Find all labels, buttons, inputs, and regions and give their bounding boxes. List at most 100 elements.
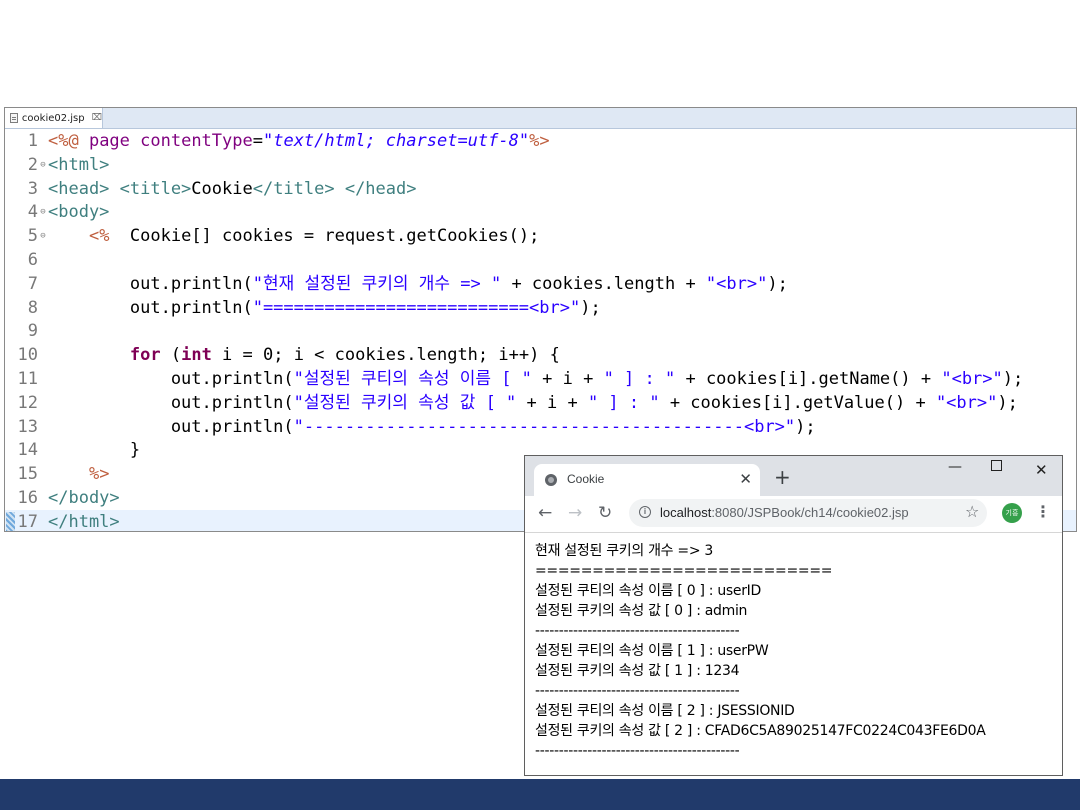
code-token: = [252,131,263,151]
code-token: + cookies[i].getName() + [675,369,942,389]
code-text: out.println("현재 설정된 쿠키의 개수 => " + cookie… [48,272,788,296]
code-text: <% Cookie[] cookies = request.getCookies… [48,224,539,248]
line-number: 16 [17,488,38,508]
code-line[interactable]: 12 out.println("설정된 쿠키의 속성 값 [ " + i + "… [5,391,1076,415]
code-line[interactable]: 6 [5,248,1076,272]
code-token: </html> [48,511,120,532]
back-button[interactable]: ← [538,503,552,523]
code-text: </html> [48,510,120,532]
line-number: 1 [27,131,38,151]
code-token: Cookie [191,178,253,199]
line-number: 8 [27,297,38,318]
close-tab-icon[interactable]: ✕ [739,470,752,488]
code-text: for (int i = 0; i < cookies.length; i++)… [48,343,560,367]
close-window-button[interactable]: ✕ [1035,461,1048,479]
line-number: 5 [27,226,38,247]
code-text: out.println("---------------------------… [48,415,816,439]
editor-tab-bar: cookie02.jsp ⌧ [5,108,1076,129]
code-token: out.println( [48,392,294,413]
code-token: <head> <title> [48,178,192,199]
code-line[interactable]: 5 ⊖ <% Cookie[] cookies = request.getCook… [5,224,1076,248]
output-line: 설정된 쿠키의 속성 값 [ 0 ] : admin [535,603,748,619]
code-line[interactable]: 10 for (int i = 0; i < cookies.length; i… [5,343,1076,367]
line-number: 13 [17,416,38,437]
code-token: ); [767,273,788,294]
fold-toggle-icon[interactable]: ⊖ [38,224,48,248]
output-line: ========================== [535,563,833,579]
output-line: 설정된 쿠티의 속성 이름 [ 2 ] : JSESSIONID [535,703,795,719]
code-line[interactable]: 1 <%@ page contentType="text/html; charse… [5,129,1076,153]
forward-button[interactable]: → [568,503,582,523]
code-text: %> [48,462,109,486]
code-token: page [88,131,141,151]
code-line[interactable]: 7 out.println("현재 설정된 쿠키의 개수 => " + cook… [5,272,1076,296]
page-content: 현재 설정된 쿠키의 개수 => 3 ======================… [525,533,1062,775]
code-token: + cookies.length + [501,273,706,294]
browser-tab-cookie[interactable]: Cookie ✕ [534,464,760,496]
code-token: contentType [140,131,253,151]
bookmark-star-icon[interactable]: ☆ [965,502,979,521]
browser-window: Cookie ✕ + — ✕ ← → ↻ i localhost:8080/JS… [524,455,1063,776]
code-text: out.println("설정된 쿠키의 속성 값 [ " + i + " ] … [48,391,1018,415]
code-token: <body> [48,202,110,223]
code-token: <%@ [48,131,89,151]
code-token: ); [795,416,816,437]
editor-tab-cookie02[interactable]: cookie02.jsp ⌧ [5,108,103,128]
line-number: 11 [17,369,38,389]
fold-toggle-icon[interactable]: ⊖ [38,153,48,177]
code-token: "설정된 쿠키의 속성 값 [ " [293,392,517,413]
code-token: ( [160,345,182,366]
code-token: out.println( [48,273,253,294]
code-token: + i + [516,392,588,413]
code-line[interactable]: 4 ⊖ <body> [5,200,1076,224]
code-token: ); [997,392,1018,413]
code-line[interactable]: 3 <head> <title>Cookie</title> </head> [5,177,1076,201]
output-line: 설정된 쿠키의 속성 값 [ 1 ] : 1234 [535,663,740,679]
code-token: %> [529,131,550,151]
code-token: out.println( [48,369,294,389]
code-token: ); [1002,369,1024,389]
code-token: "<br>" [941,369,1003,389]
code-line[interactable]: 9 [5,319,1076,343]
code-token: </body> [48,488,120,508]
output-line: ----------------------------------------… [535,683,740,699]
info-icon[interactable]: i [639,506,651,518]
code-token: "---------------------------------------… [293,416,796,437]
code-text: <%@ page contentType="text/html; charset… [48,129,550,153]
browser-tab-title: Cookie [567,472,605,486]
reload-button[interactable]: ↻ [598,503,612,523]
close-tab-icon[interactable]: ⌧ [92,113,102,123]
minimize-button[interactable]: — [948,459,962,475]
code-token: i = 0; i < cookies.length; i++) { [211,345,560,366]
code-token: "설정된 쿠티의 속성 이름 [ " [293,369,532,389]
code-token: <% [88,226,110,247]
code-token: "현재 설정된 쿠키의 개수 => " [252,273,502,294]
maximize-button[interactable] [991,460,1002,471]
new-tab-button[interactable]: + [774,467,791,487]
browser-menu-icon[interactable]: ⋮ [1035,502,1051,521]
code-token: int [181,345,212,366]
line-number: 3 [27,178,38,199]
code-text: } [48,438,140,462]
profile-avatar[interactable]: 기흥 [1002,503,1022,523]
code-token: "<br>" [935,392,998,413]
code-token: out.println( [48,416,294,437]
jsp-file-icon [10,113,18,123]
line-number: 4 [27,202,38,223]
code-line[interactable]: 13 out.println("------------------------… [5,415,1076,439]
address-bar[interactable]: i localhost:8080/JSPBook/ch14/cookie02.j… [629,499,987,527]
code-line[interactable]: 8 out.println("=========================… [5,296,1076,320]
code-line[interactable]: 11 out.println("설정된 쿠티의 속성 이름 [ " + i + … [5,367,1076,391]
line-number: 12 [17,392,38,413]
output-line: ----------------------------------------… [535,743,740,759]
url-path: :8080/JSPBook/ch14/cookie02.jsp [711,505,909,520]
code-token: + cookies[i].getValue() + [659,392,936,413]
code-token: "text/html; charset=utf-8" [262,131,530,151]
fold-toggle-icon[interactable]: ⊖ [38,200,48,224]
line-number: 7 [27,273,38,294]
line-number: 10 [17,345,38,366]
code-text: </body> [48,486,120,510]
code-line[interactable]: 2 ⊖ <html> [5,153,1076,177]
